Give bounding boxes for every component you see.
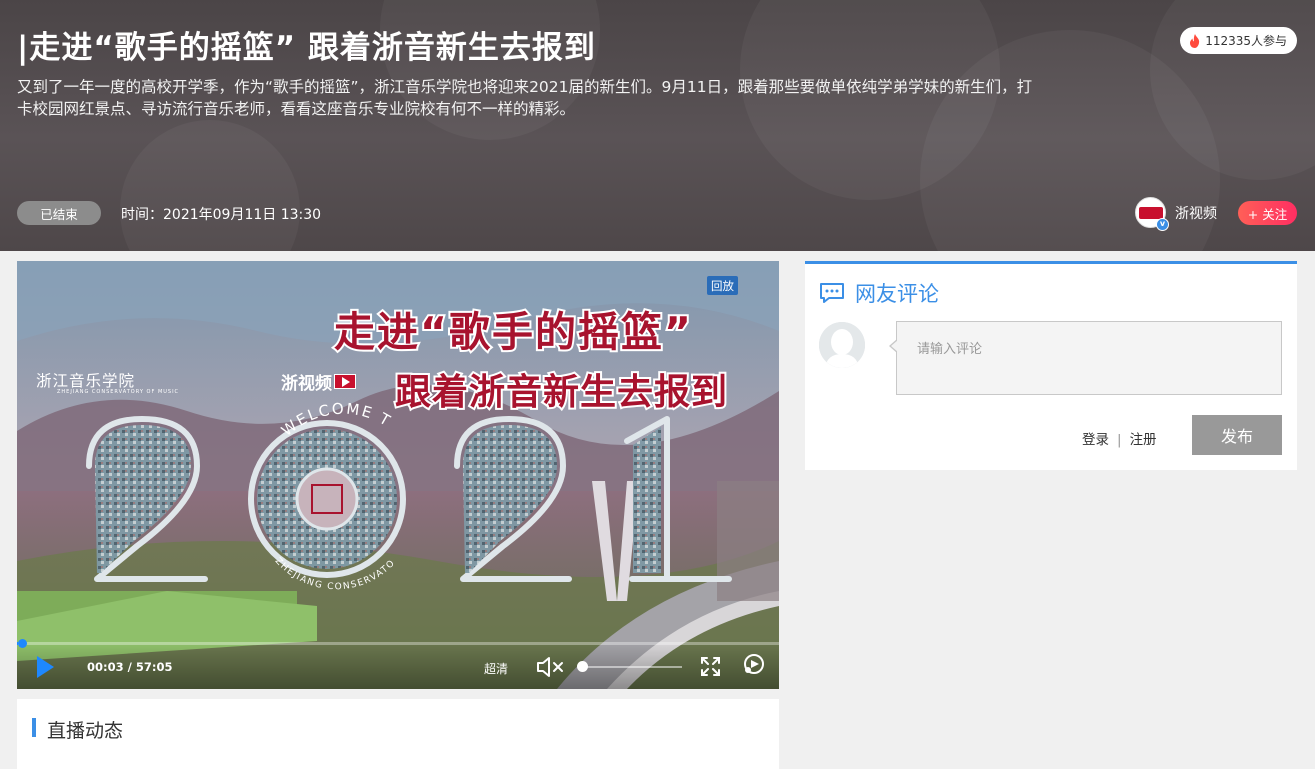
video-title-line1: 走进“歌手的摇篮” [332, 306, 693, 358]
author-info[interactable]: v 浙视频 [1135, 197, 1217, 231]
progress-handle[interactable] [17, 639, 27, 648]
follow-button[interactable]: + 关注 [1238, 201, 1297, 225]
video-player[interactable]: WELCOME TO ZHEJIANG CONSERVATORY OF MUSI… [17, 261, 779, 689]
event-description: 又到了一年一度的高校开学季，作为“歌手的摇篮”，浙江音乐学院也将迎来2021届的… [17, 78, 1033, 118]
section-accent-bar [32, 718, 36, 737]
brand-logo-text: 浙视频 [281, 374, 332, 394]
comment-header: 网友评论 [819, 278, 939, 308]
comment-input[interactable]: 请输入评论 [889, 321, 1282, 395]
author-name[interactable]: 浙视频 [1175, 203, 1217, 223]
login-link[interactable]: 登录 [1082, 432, 1109, 448]
register-link[interactable]: 注册 [1130, 432, 1157, 448]
progress-bar[interactable] [17, 642, 779, 645]
live-play-icon [334, 374, 356, 389]
status-badge: 已结束 [17, 201, 101, 225]
participants-badge: 112335人参与 [1180, 27, 1297, 54]
play-icon[interactable] [35, 655, 55, 679]
page-title: |走进“歌手的摇篮” 跟着浙音新生去报到 [17, 30, 596, 66]
auth-separator: | [1117, 432, 1122, 448]
fullscreen-icon[interactable] [701, 657, 720, 676]
time-separator: / [127, 660, 132, 674]
brand-logo: 浙视频 [281, 369, 356, 394]
verified-icon: v [1156, 218, 1169, 231]
mute-icon[interactable] [536, 656, 566, 678]
volume-slider[interactable] [582, 666, 682, 668]
comment-icon [820, 283, 844, 303]
replay-badge: 回放 [707, 276, 738, 295]
auth-links: 登录 | 注册 [1082, 428, 1157, 448]
publish-button[interactable]: 发布 [1192, 415, 1282, 455]
author-avatar[interactable]: v [1135, 197, 1169, 231]
volume-handle[interactable] [577, 661, 588, 672]
school-logo: 浙江音乐学院 [36, 372, 136, 390]
user-avatar [819, 322, 865, 368]
participants-count: 112335人参与 [1205, 34, 1287, 48]
event-time: 时间：2021年09月11日 13:30 [121, 207, 322, 223]
author-logo-icon [1138, 206, 1163, 219]
school-logo-sub: ZHEJIANG CONSERVATORY OF MUSIC [57, 389, 180, 395]
quality-button[interactable]: 超清 [484, 660, 508, 677]
playback-time: 00:03 / 57:05 [87, 660, 172, 674]
fire-icon [1190, 33, 1200, 48]
danmaku-icon[interactable] [743, 653, 765, 675]
comment-title: 网友评论 [855, 282, 939, 306]
video-title-line2: 跟着浙音新生去报到 [393, 370, 729, 415]
live-feed-title: 直播动态 [47, 720, 124, 742]
duration: 57:05 [135, 660, 173, 674]
default-avatar-icon [819, 322, 865, 368]
live-header-banner: |走进“歌手的摇篮” 跟着浙音新生去报到 又到了一年一度的高校开学季，作为“歌手… [0, 0, 1315, 251]
current-time: 00:03 [87, 660, 124, 674]
comment-panel: 网友评论 请输入评论 登录 | 注册 发布 [805, 261, 1297, 470]
